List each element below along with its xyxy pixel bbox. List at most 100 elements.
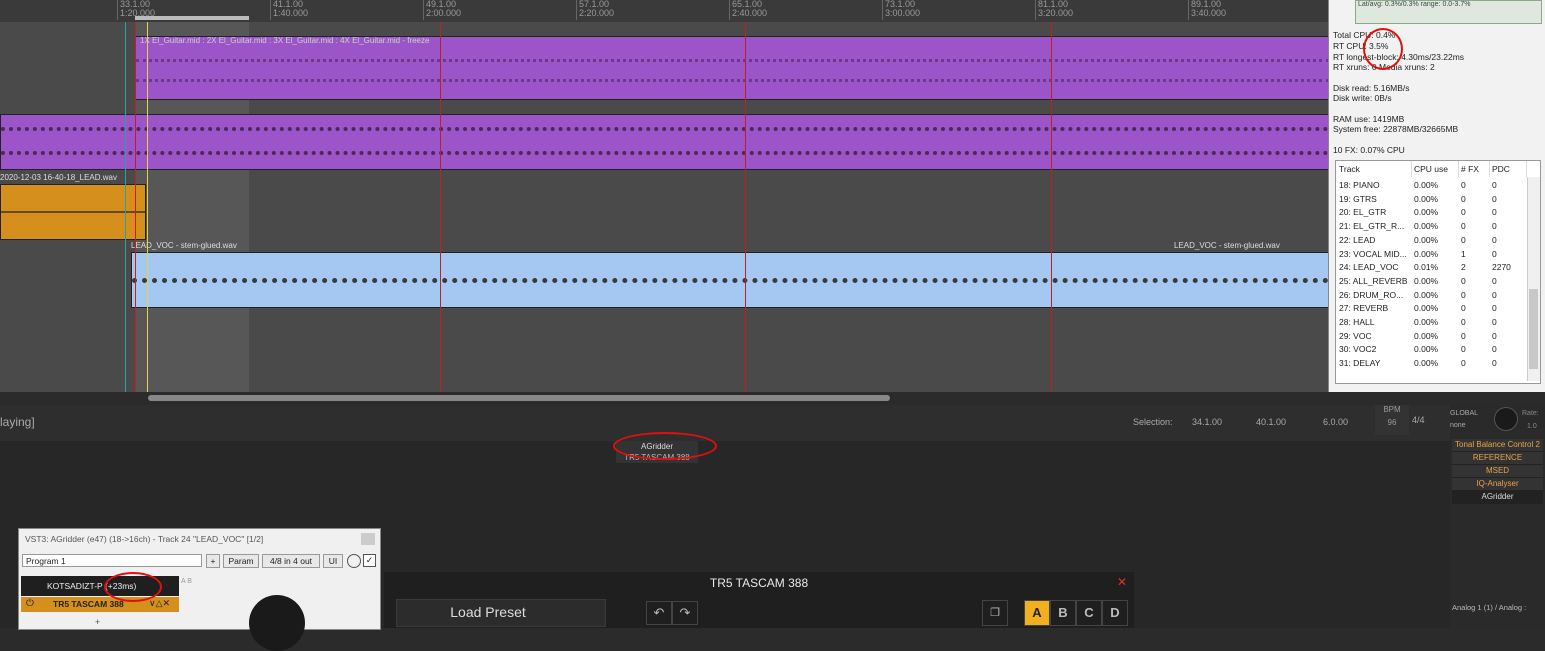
slot-button-d[interactable]: D [1102,600,1128,626]
enable-checkbox[interactable]: ✓ [363,554,376,567]
table-cell: 23: VOCAL MID... [1339,248,1407,259]
timeline-ruler[interactable]: 33.1.00 1:20.000 41.1.00 1:40.000 49.1.00 2… [0,0,1328,23]
table-cell: 0 [1461,289,1466,300]
fx-item[interactable]: MSED [1452,465,1543,478]
selection-start[interactable]: 34.1.00 [1192,417,1222,427]
copy-icon[interactable]: ❐ [982,600,1008,626]
col-header-cpu[interactable]: CPU use [1411,161,1459,177]
table-cell: 0 [1461,275,1466,286]
col-header-pdc[interactable]: PDC [1489,161,1527,177]
io-button[interactable]: 4/8 in 4 out [262,554,320,568]
bpm-box[interactable]: BPM 96 [1375,405,1409,435]
media-item-purple[interactable] [0,114,1328,170]
wet-knob[interactable] [347,554,361,568]
ruler-mark: 41.1.00 1:40.000 [270,0,308,20]
waveform [1,127,1328,131]
selection-length[interactable]: 6.0.00 [1323,417,1348,427]
slot-button-b[interactable]: B [1050,600,1076,626]
table-row[interactable]: 27: REVERB 0.00% 0 0 [1336,302,1526,316]
table-cell: 29: VOC [1339,330,1372,341]
waveform [1,211,145,213]
ruler-mark: 81.1.00 3:20.000 [1035,0,1073,20]
table-row[interactable]: 28: HALL 0.00% 0 0 [1336,316,1526,330]
table-cell: 0 [1492,180,1497,190]
table-cell: 0.00% [1414,248,1439,259]
slot-button-c[interactable]: C [1076,600,1102,626]
redo-button[interactable]: ↷ [672,601,698,625]
table-row[interactable]: 22: LEAD 0.00% 0 0 [1336,234,1526,248]
item-label: LEAD_VOC - stem-glued.wav [1174,241,1280,250]
table-cell: 0.00% [1414,344,1439,355]
table-cell: 20: EL_GTR [1339,207,1387,218]
table-cell: 0.00% [1414,289,1439,300]
performance-meter-window[interactable]: Lat/avg: 0.3%/0.3% range: 0.0-3.7% Total… [1328,0,1545,392]
table-cell: 0 [1492,317,1497,327]
table-row[interactable]: 29: VOC 0.00% 0 0 [1336,330,1526,344]
ruler-mark: 73.1.00 3:00.000 [882,0,920,20]
table-row[interactable]: 20: EL_GTR 0.00% 0 0 [1336,206,1526,220]
power-icon[interactable]: ⏻ [26,598,34,609]
table-cell: 0 [1461,207,1466,218]
table-row[interactable]: 23: VOCAL MID... 0.00% 1 0 [1336,248,1526,262]
fx-chain-panel[interactable]: GLOBAL none Rate: 1.0 Tonal Balance Cont… [1450,405,1545,628]
fx-item[interactable]: IQ-Analyser [1452,478,1543,491]
ruler-mark: 57.1.00 2:20.000 [576,0,614,20]
io-label[interactable]: Analog 1 (1) / Analog : [1452,603,1526,612]
cpu-graph: Lat/avg: 0.3%/0.3% range: 0.0-3.7% [1355,0,1542,24]
table-row[interactable]: 31: DELAY 0.00% 0 0 [1336,357,1526,371]
table-row[interactable]: 19: GTRS 0.00% 0 0 [1336,193,1526,207]
plugin-logo [249,595,305,651]
item-label: 1X El_Guitar.mid : 2X El_Guitar.mid : 3X… [140,36,430,45]
red-circle-annotation [104,572,162,602]
chain-item-controls[interactable]: ∨△✕ [149,598,170,609]
time-selection-marker[interactable] [135,16,249,20]
horizontal-scrollbar[interactable] [148,395,890,401]
table-cell: 2270 [1492,262,1511,273]
selection-end[interactable]: 40.1.00 [1256,417,1286,427]
slot-button-a[interactable]: A [1024,600,1050,626]
add-preset-button[interactable]: + [206,554,220,568]
col-header-track[interactable]: Track [1336,161,1412,177]
edit-cursor [125,22,126,392]
table-cell: 25: ALL_REVERB [1339,275,1408,286]
undo-button[interactable]: ↶ [646,601,672,625]
time-signature[interactable]: 4/4 [1412,415,1425,425]
table-row[interactable]: 30: VOC2 0.00% 0 0 [1336,343,1526,357]
table-row[interactable]: 18: PIANO 0.00% 0 0 [1336,179,1526,193]
media-item-lead-voc[interactable] [131,252,1328,308]
table-row[interactable]: 25: ALL_REVERB 0.00% 0 0 [1336,275,1526,289]
table-row[interactable]: 24: LEAD_VOC 0.01% 2 2270 [1336,261,1526,275]
program-select[interactable]: Program 1 [22,554,202,567]
fx-cpu: 10 FX: 0.07% CPU [1333,145,1405,155]
disk-read: Disk read: 5.16MB/s [1333,83,1410,93]
arrange-view[interactable]: 1X El_Guitar.mid : 2X El_Guitar.mid : 3X… [0,22,1328,392]
marker-line [745,22,746,392]
scroll-thumb[interactable] [1529,289,1538,369]
ui-button[interactable]: UI [323,554,343,568]
table-cell: 0.00% [1414,180,1439,190]
table-cell: 0.01% [1414,262,1439,273]
add-fx-button[interactable]: + [95,617,100,627]
ram-use: RAM use: 1419MB [1333,114,1405,124]
preset-selector[interactable]: Load Preset [396,599,606,627]
table-cell: 0.00% [1414,275,1439,286]
table-scrollbar[interactable] [1527,177,1540,381]
table-row[interactable]: 26: DRUM_RO... 0.00% 0 0 [1336,289,1526,303]
fx-item[interactable]: AGridder [1452,491,1543,504]
media-item-freeze[interactable]: 1X El_Guitar.mid : 2X El_Guitar.mid : 3X… [135,36,1328,100]
param-button[interactable]: Param [223,554,259,568]
close-button[interactable] [361,533,375,545]
col-header-fx[interactable]: # FX [1458,161,1490,177]
track-cpu-table[interactable]: Track CPU use # FX PDC 18: PIANO 0.00% 0 0 1… [1335,160,1541,384]
close-icon[interactable]: ✕ [1117,575,1127,589]
tr5-plugin-gui[interactable]: TR5 TASCAM 388 ✕ Load Preset ↶ ↷ ❐ ABCD [384,572,1134,628]
fx-item[interactable]: Tonal Balance Control 2 [1452,439,1543,452]
rate-knob[interactable] [1494,407,1518,431]
ab-toggle[interactable]: A B [181,578,192,585]
vst-plugin-window[interactable]: VST3: AGridder (e47) (18->16ch) - Track … [18,528,381,651]
global-value[interactable]: none [1450,422,1466,429]
fx-chain-item[interactable]: ⏻ TR5 TASCAM 388 ∨△✕ [21,597,179,612]
transport-bar[interactable]: laying] Selection: 34.1.00 40.1.00 6.0.0… [0,405,1450,441]
table-row[interactable]: 21: EL_GTR_R... 0.00% 0 0 [1336,220,1526,234]
fx-item[interactable]: REFERENCE [1452,452,1543,465]
